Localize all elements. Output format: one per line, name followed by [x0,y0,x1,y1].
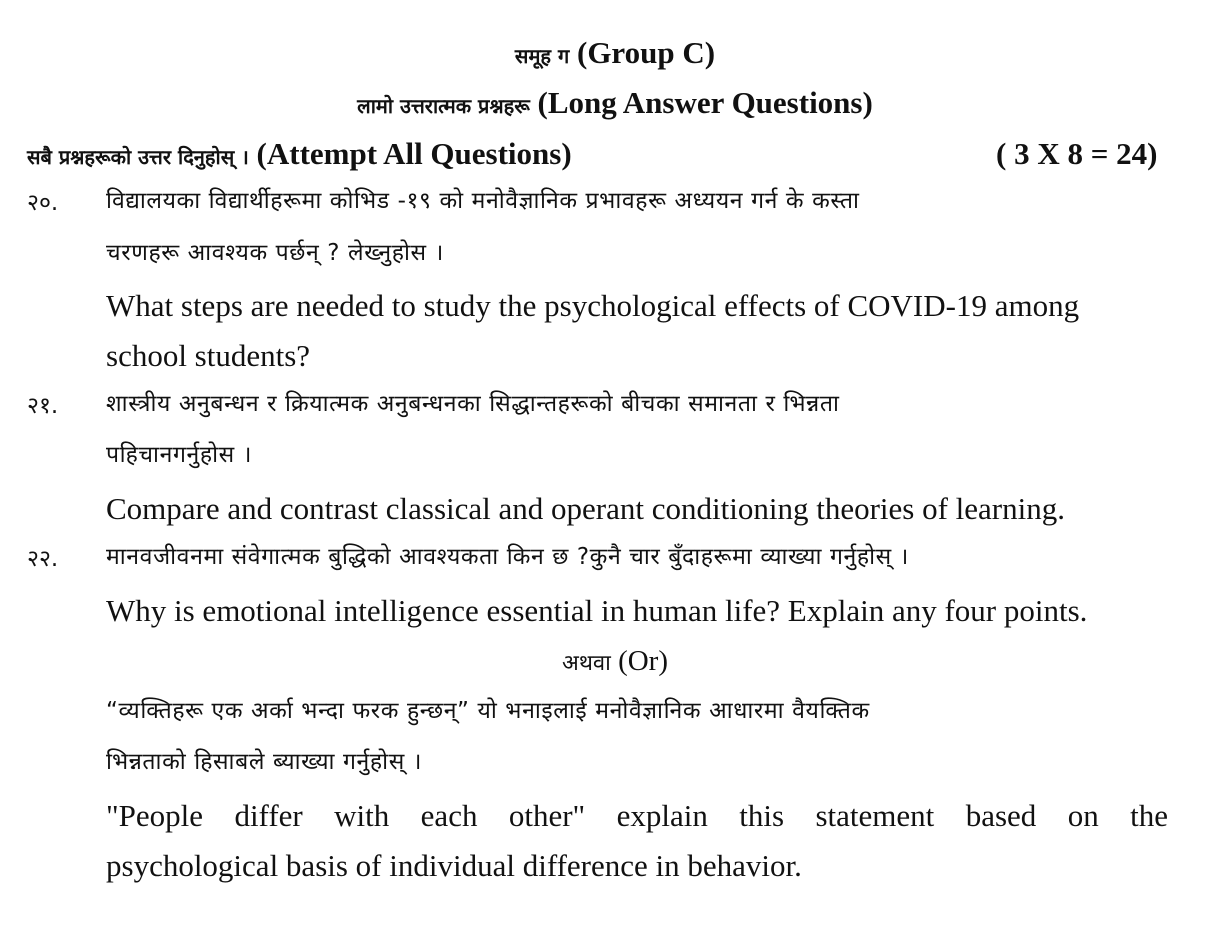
word: other" [508,798,586,833]
question-text-np: मानवजीवनमा संवेगात्मक बुद्धिको आवश्यकता … [106,544,909,570]
marks-breakdown: ( 3 X 8 = 24) [996,136,1158,171]
question-text-en: Compare and contrast classical and opera… [106,491,1065,526]
word: the [1130,798,1168,833]
group-heading-en: (Group C) [577,35,716,70]
question-number: २१. [27,393,59,419]
word: each [420,798,478,833]
word: this [739,798,785,833]
word: based [965,798,1037,833]
question-text-np: पहिचानगर्नुहोस । [106,442,253,468]
word: differ [234,798,303,833]
section-type-en: (Long Answer Questions) [537,85,873,120]
question-number: २२. [27,546,59,572]
instruction: सबै प्रश्नहरूको उत्तर दिनुहोस् । (Attemp… [27,138,572,169]
word: statement [815,798,935,833]
word: with [334,798,390,833]
question-text-np: विद्यालयका विद्यार्थीहरूमा कोभिड -१९ को … [106,188,860,214]
question-text-np: चरणहरू आवश्यक पर्छन् ? लेख्नुहोस । [106,240,444,266]
word: "People [106,798,204,833]
alternative-question-np: भिन्नताको हिसाबले ब्याख्या गर्नुहोस् । [106,749,423,775]
section-type-np: लामो उत्तरात्मक प्रश्नहरू [357,94,530,118]
group-heading-np: समूह ग [514,44,570,68]
question-number: २०. [27,190,59,216]
or-separator-np: अथवा [562,651,611,676]
instruction-en: (Attempt All Questions) [256,136,572,171]
alternative-question-en: psychological basis of individual differ… [106,848,802,883]
alternative-question-en: "People differ with each other" explain … [106,800,1168,831]
question-text-en: Why is emotional intelligence essential … [106,593,1088,628]
instruction-np: सबै प्रश्नहरूको उत्तर दिनुहोस् । [27,145,249,169]
word: on [1067,798,1099,833]
alternative-question-np: “व्यक्तिहरू एक अर्का भन्दा फरक हुन्छन्” … [106,698,870,724]
word: explain [616,798,708,833]
or-separator-en: (Or) [618,645,668,677]
question-text-np: शास्त्रीय अनुबन्धन र क्रियात्मक अनुबन्धन… [106,391,840,417]
question-text-en: school students? [106,338,311,373]
question-text-en: What steps are needed to study the psych… [106,288,1080,323]
exam-page: समूह ग (Group C) लामो उत्तरात्मक प्रश्नह… [0,0,1230,946]
section-type-heading: लामो उत्तरात्मक प्रश्नहरू (Long Answer Q… [0,87,1230,118]
group-heading: समूह ग (Group C) [0,37,1230,68]
or-separator: अथवा (Or) [0,647,1230,676]
